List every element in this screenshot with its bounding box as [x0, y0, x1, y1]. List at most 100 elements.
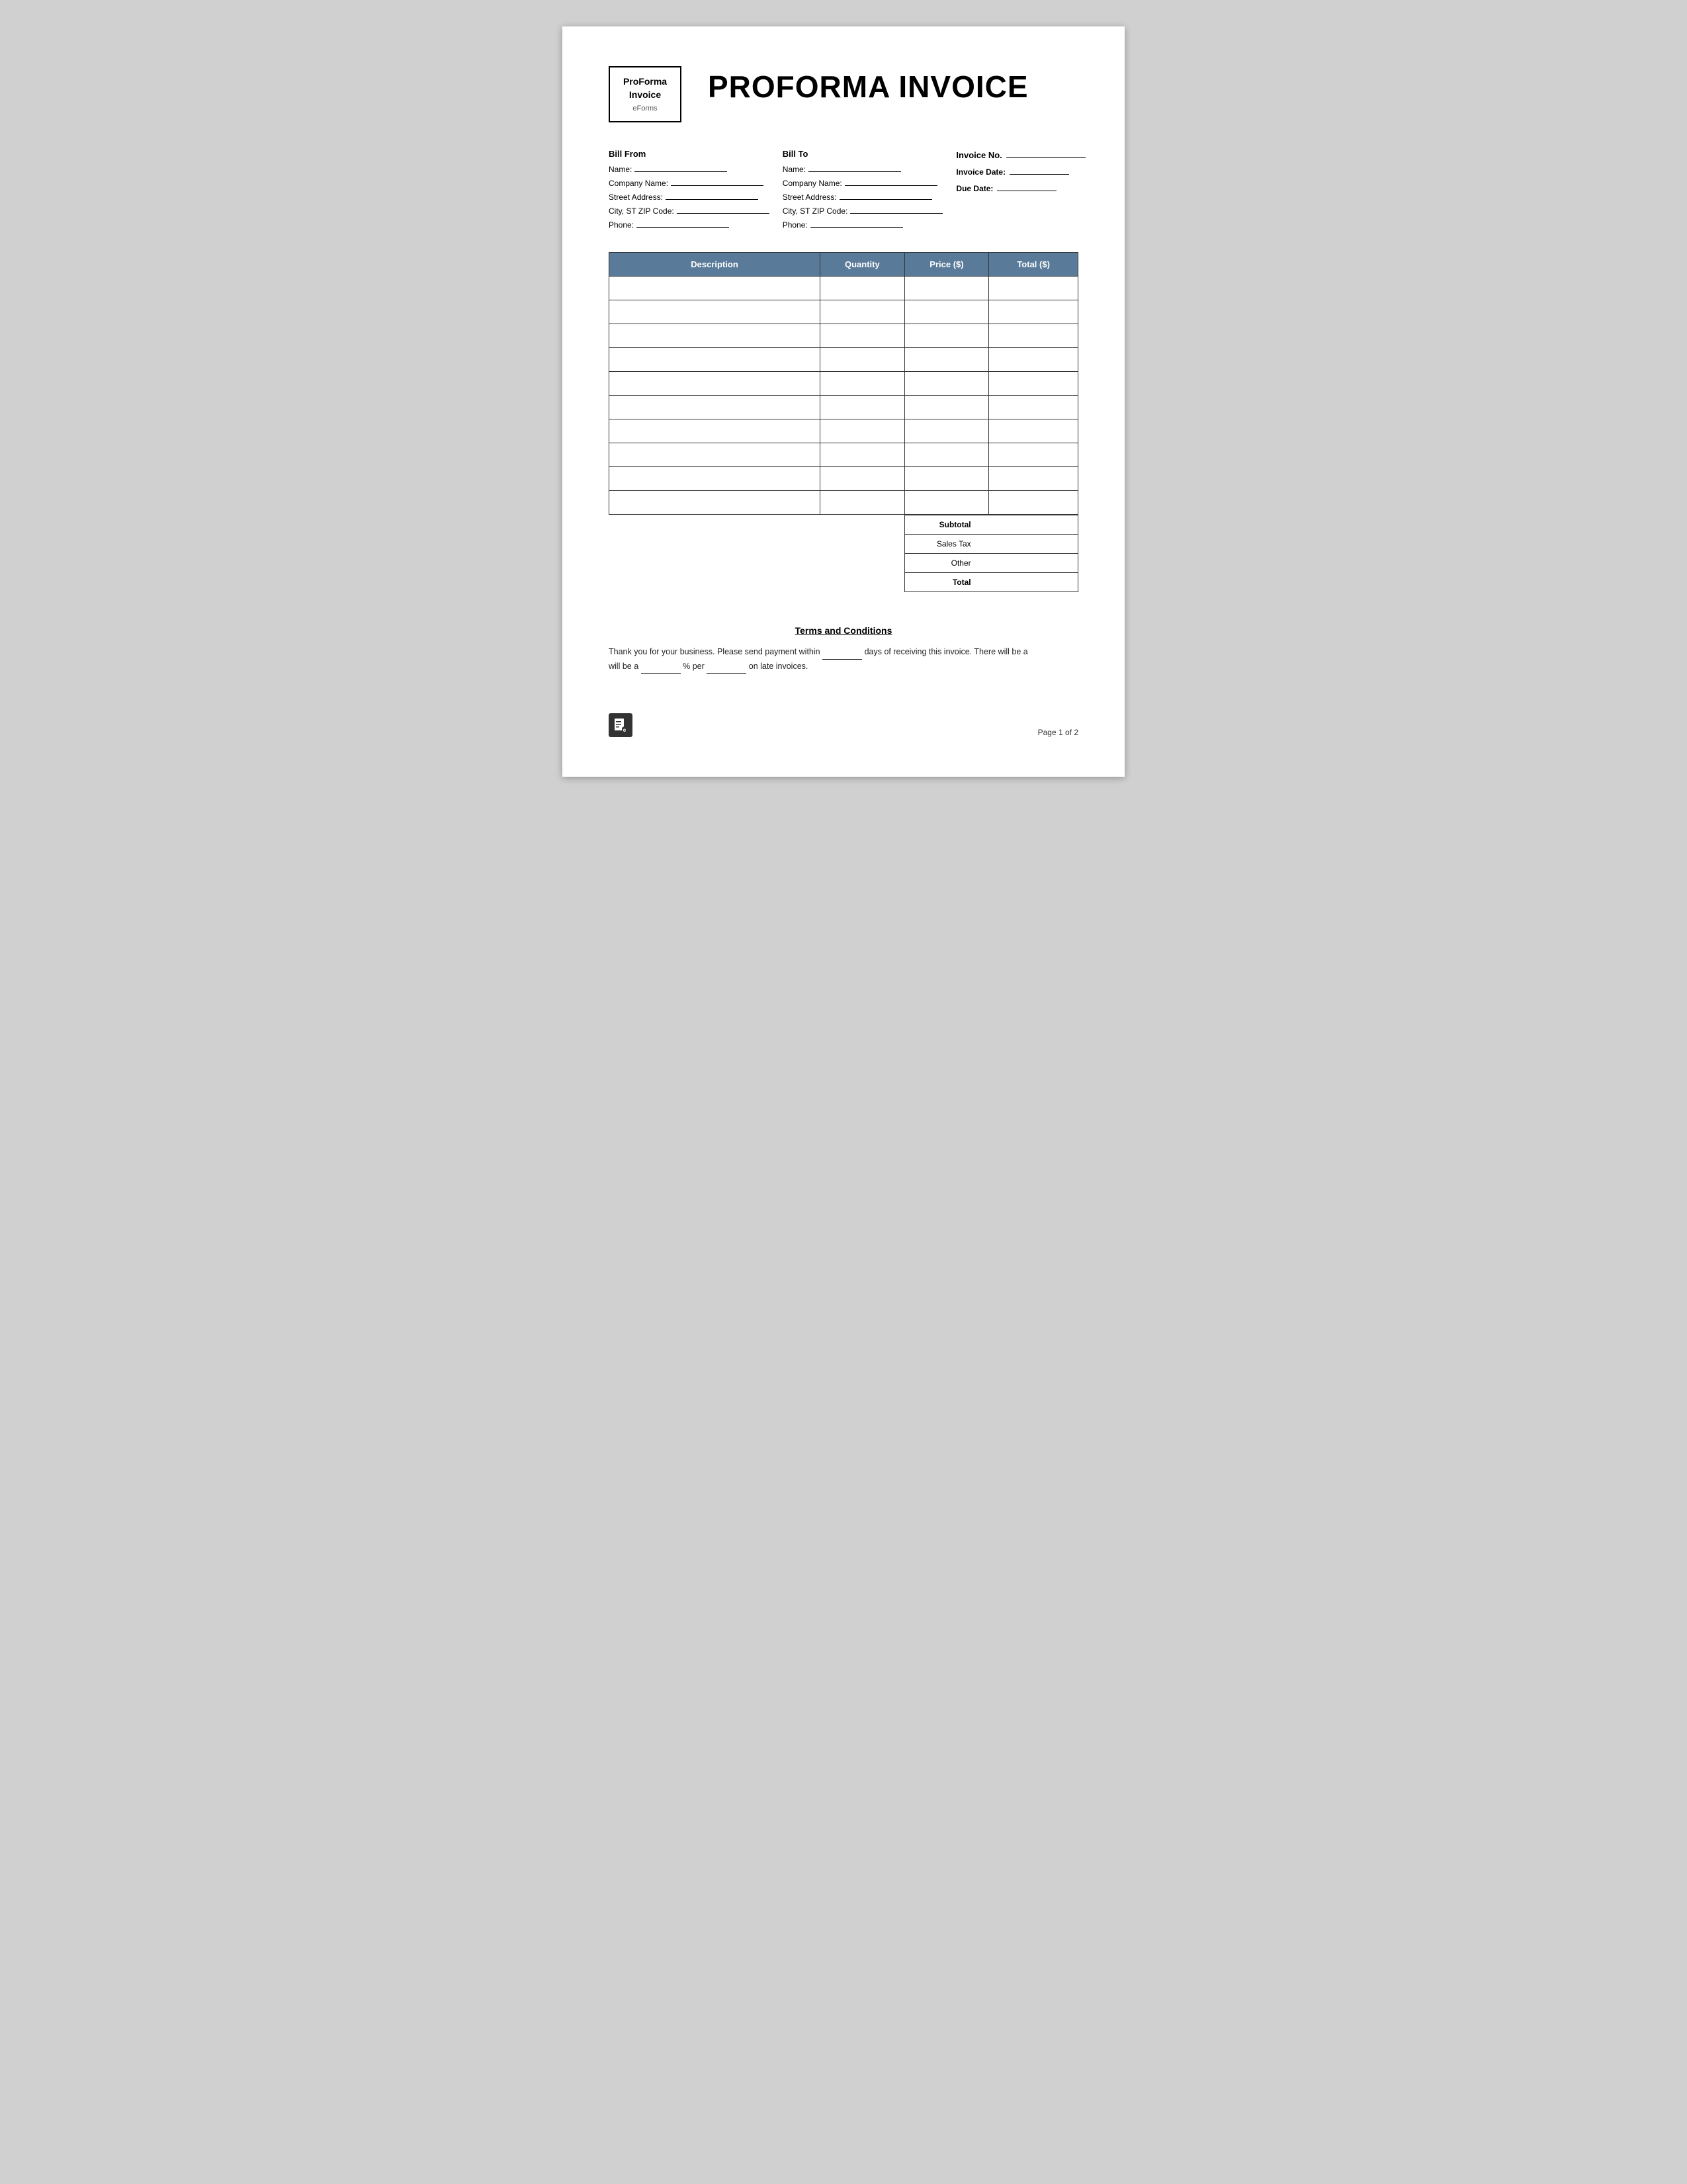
bill-to-block: Bill To Name: Company Name: Street Addre… — [783, 149, 943, 232]
table-cell-desc-col[interactable] — [609, 348, 820, 372]
terms-period-field[interactable] — [707, 664, 746, 674]
bill-to-company-row: Company Name: — [783, 177, 943, 188]
bill-from-city-label: City, ST ZIP Code: — [609, 206, 674, 216]
invoice-page: ProForma Invoice eForms PROFORMA INVOICE… — [562, 26, 1125, 777]
table-row — [609, 372, 1078, 396]
table-cell-qty-col[interactable] — [820, 396, 905, 419]
other-value[interactable] — [978, 554, 1078, 573]
bill-to-name-field[interactable] — [808, 163, 901, 172]
bill-from-title: Bill From — [609, 149, 769, 159]
table-cell-total-col[interactable] — [989, 396, 1078, 419]
invoice-number-label: Invoice No. — [956, 150, 1002, 160]
invoice-info-block: Invoice No. Invoice Date: Due Date: — [956, 149, 1102, 232]
table-cell-price-col[interactable] — [904, 300, 989, 324]
table-cell-qty-col[interactable] — [820, 372, 905, 396]
eforms-svg: e — [613, 718, 628, 732]
table-cell-qty-col[interactable] — [820, 443, 905, 467]
bill-to-name-row: Name: — [783, 163, 943, 174]
table-cell-price-col[interactable] — [904, 372, 989, 396]
table-cell-price-col[interactable] — [904, 419, 989, 443]
bill-from-phone-field[interactable] — [636, 218, 729, 228]
invoice-date-field[interactable] — [1010, 165, 1069, 175]
bill-from-city-row: City, ST ZIP Code: — [609, 204, 769, 216]
table-cell-desc-col[interactable] — [609, 491, 820, 515]
table-cell-price-col[interactable] — [904, 443, 989, 467]
logo-title: ProForma Invoice — [621, 75, 670, 101]
col-header-quantity: Quantity — [820, 253, 905, 277]
svg-text:e: e — [623, 727, 627, 732]
bill-from-street-field[interactable] — [666, 191, 758, 200]
table-cell-qty-col[interactable] — [820, 324, 905, 348]
sales-tax-row: Sales Tax — [905, 535, 1078, 554]
bill-from-city-field[interactable] — [677, 204, 769, 214]
table-cell-price-col[interactable] — [904, 348, 989, 372]
table-cell-total-col[interactable] — [989, 348, 1078, 372]
table-header-row: Description Quantity Price ($) Total ($) — [609, 253, 1078, 277]
invoice-due-field[interactable] — [997, 182, 1057, 191]
terms-percent-field[interactable] — [641, 664, 681, 674]
bill-to-city-field[interactable] — [850, 204, 943, 214]
table-cell-qty-col[interactable] — [820, 467, 905, 491]
bill-from-street-label: Street Address: — [609, 193, 663, 202]
table-row — [609, 443, 1078, 467]
table-cell-qty-col[interactable] — [820, 491, 905, 515]
subtotal-row: Subtotal — [905, 515, 1078, 535]
table-cell-qty-col[interactable] — [820, 300, 905, 324]
table-cell-total-col[interactable] — [989, 300, 1078, 324]
invoice-table: Description Quantity Price ($) Total ($) — [609, 252, 1078, 515]
bill-from-name-field[interactable] — [634, 163, 727, 172]
totals-section: Subtotal Sales Tax Other Total — [609, 515, 1078, 592]
table-cell-desc-col[interactable] — [609, 443, 820, 467]
header: ProForma Invoice eForms PROFORMA INVOICE — [609, 66, 1078, 122]
logo-brand: eForms — [621, 104, 670, 113]
bill-to-street-field[interactable] — [840, 191, 932, 200]
table-cell-total-col[interactable] — [989, 443, 1078, 467]
total-row: Total — [905, 573, 1078, 592]
table-cell-price-col[interactable] — [904, 467, 989, 491]
invoice-number-field[interactable] — [1006, 149, 1086, 158]
terms-days-field[interactable] — [822, 650, 862, 660]
bill-to-city-row: City, ST ZIP Code: — [783, 204, 943, 216]
bill-from-company-field[interactable] — [671, 177, 763, 186]
table-cell-desc-col[interactable] — [609, 467, 820, 491]
subtotal-value[interactable] — [978, 515, 1078, 535]
table-row — [609, 277, 1078, 300]
bill-to-phone-row: Phone: — [783, 218, 943, 230]
table-row — [609, 348, 1078, 372]
table-cell-total-col[interactable] — [989, 491, 1078, 515]
table-cell-total-col[interactable] — [989, 324, 1078, 348]
bill-to-phone-field[interactable] — [810, 218, 903, 228]
bill-from-street-row: Street Address: — [609, 191, 769, 202]
page-title: PROFORMA INVOICE — [708, 71, 1029, 102]
table-cell-qty-col[interactable] — [820, 419, 905, 443]
bill-from-phone-label: Phone: — [609, 220, 634, 230]
bill-to-company-label: Company Name: — [783, 179, 842, 188]
bill-to-city-label: City, ST ZIP Code: — [783, 206, 848, 216]
table-cell-price-col[interactable] — [904, 396, 989, 419]
table-cell-price-col[interactable] — [904, 324, 989, 348]
table-cell-desc-col[interactable] — [609, 324, 820, 348]
table-cell-qty-col[interactable] — [820, 348, 905, 372]
table-cell-desc-col[interactable] — [609, 396, 820, 419]
bill-to-street-row: Street Address: — [783, 191, 943, 202]
table-row — [609, 324, 1078, 348]
table-cell-desc-col[interactable] — [609, 372, 820, 396]
bill-to-phone-label: Phone: — [783, 220, 808, 230]
total-value[interactable] — [978, 573, 1078, 592]
table-cell-total-col[interactable] — [989, 372, 1078, 396]
table-cell-desc-col[interactable] — [609, 419, 820, 443]
bill-to-company-field[interactable] — [845, 177, 937, 186]
table-cell-total-col[interactable] — [989, 419, 1078, 443]
invoice-due-row: Due Date: — [956, 182, 1102, 193]
table-cell-price-col[interactable] — [904, 491, 989, 515]
table-cell-desc-col[interactable] — [609, 277, 820, 300]
table-cell-qty-col[interactable] — [820, 277, 905, 300]
table-cell-price-col[interactable] — [904, 277, 989, 300]
col-header-price: Price ($) — [904, 253, 989, 277]
sales-tax-value[interactable] — [978, 535, 1078, 554]
terms-section: Terms and Conditions Thank you for your … — [609, 625, 1078, 674]
table-cell-total-col[interactable] — [989, 467, 1078, 491]
table-cell-desc-col[interactable] — [609, 300, 820, 324]
bill-to-name-label: Name: — [783, 165, 806, 174]
table-cell-total-col[interactable] — [989, 277, 1078, 300]
